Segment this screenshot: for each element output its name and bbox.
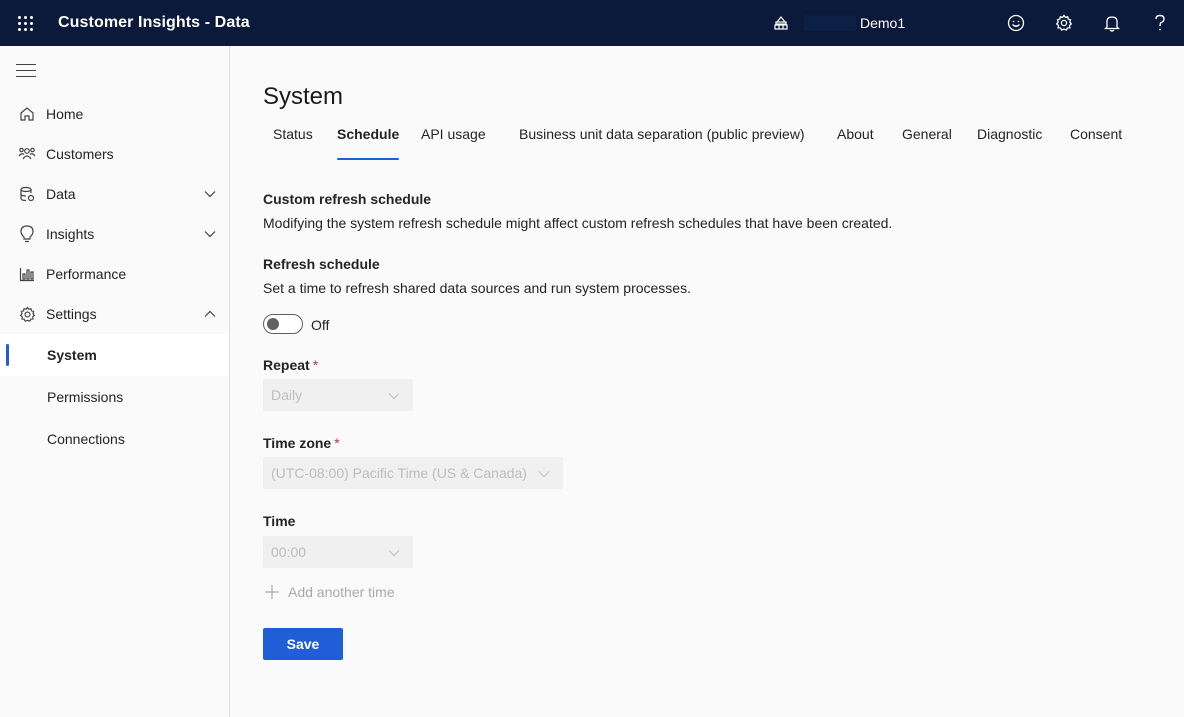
add-another-time-button[interactable]: Add another time bbox=[263, 582, 395, 602]
settings-gear-icon bbox=[1055, 14, 1073, 31]
plus-icon bbox=[263, 583, 281, 601]
chevron-down-icon bbox=[538, 471, 550, 478]
chevron-down-icon bbox=[388, 550, 400, 557]
main-content: System Status Schedule API usage Busines… bbox=[231, 46, 1184, 717]
notification-bell-icon bbox=[1104, 16, 1120, 32]
sidebar-subitem-connections[interactable]: Connections bbox=[0, 418, 229, 460]
sidebar-item-label: Settings bbox=[46, 306, 97, 322]
settings-button[interactable] bbox=[1040, 0, 1088, 46]
tab-about[interactable]: About bbox=[837, 126, 874, 160]
data-icon bbox=[18, 185, 36, 203]
chevron-down-icon bbox=[388, 393, 400, 400]
toggle-knob bbox=[267, 318, 279, 330]
sidebar-subitem-permissions[interactable]: Permissions bbox=[0, 376, 229, 418]
tab-general[interactable]: General bbox=[902, 126, 952, 160]
sidebar-subitem-system[interactable]: System bbox=[0, 334, 229, 376]
refresh-schedule-toggle[interactable] bbox=[263, 314, 303, 334]
sidebar: Home Customers Data Insights Performance… bbox=[0, 46, 230, 717]
collapse-nav-button[interactable] bbox=[16, 64, 38, 78]
feedback-button[interactable] bbox=[992, 0, 1040, 46]
hamburger-icon bbox=[16, 64, 36, 65]
chevron-down-icon bbox=[204, 191, 216, 198]
tab-schedule[interactable]: Schedule bbox=[337, 126, 400, 160]
environment-picker[interactable]: Demo1 bbox=[772, 0, 905, 46]
refresh-schedule-heading: Refresh schedule bbox=[263, 256, 380, 272]
tab-api-usage[interactable]: API usage bbox=[421, 126, 486, 160]
lightbulb-icon bbox=[18, 225, 36, 243]
sidebar-item-label: Data bbox=[46, 186, 76, 202]
toggle-state-label: Off bbox=[311, 317, 330, 333]
repeat-dropdown[interactable]: Daily bbox=[263, 379, 413, 411]
redacted-region bbox=[804, 15, 856, 31]
tab-business-unit-data-separation[interactable]: Business unit data separation (public pr… bbox=[519, 126, 805, 160]
repeat-label: Repeat * bbox=[263, 357, 319, 373]
help-question-icon bbox=[1155, 14, 1165, 31]
sidebar-item-label: Customers bbox=[46, 146, 114, 162]
sidebar-subitem-label: Connections bbox=[47, 431, 125, 447]
time-zone-label: Time zone * bbox=[263, 435, 340, 451]
custom-refresh-description: Modifying the system refresh schedule mi… bbox=[263, 215, 893, 231]
sidebar-item-label: Performance bbox=[46, 266, 127, 282]
sidebar-subitem-label: Permissions bbox=[47, 389, 124, 405]
sidebar-item-label: Home bbox=[46, 106, 84, 122]
tab-diagnostic[interactable]: Diagnostic bbox=[977, 126, 1042, 160]
sidebar-item-performance[interactable]: Performance bbox=[0, 254, 229, 294]
save-button[interactable]: Save bbox=[263, 628, 343, 660]
time-dropdown[interactable]: 00:00 bbox=[263, 536, 413, 568]
app-title: Customer Insights - Data bbox=[58, 14, 250, 31]
sidebar-item-data[interactable]: Data bbox=[0, 174, 229, 214]
top-bar: Customer Insights - Data Demo1 bbox=[0, 0, 1184, 46]
notifications-button[interactable] bbox=[1088, 0, 1136, 46]
time-zone-value: (UTC-08:00) Pacific Time (US & Canada) bbox=[271, 465, 527, 481]
sidebar-subitem-label: System bbox=[47, 347, 97, 363]
environment-name: Demo1 bbox=[860, 15, 906, 31]
time-label: Time bbox=[263, 513, 296, 529]
sidebar-item-insights[interactable]: Insights bbox=[0, 214, 229, 254]
gear-icon bbox=[18, 305, 36, 323]
environment-icon bbox=[772, 14, 790, 32]
sidebar-item-customers[interactable]: Customers bbox=[0, 134, 229, 174]
feedback-smiley-icon bbox=[1007, 14, 1025, 32]
waffle-icon bbox=[17, 15, 33, 31]
sidebar-item-home[interactable]: Home bbox=[0, 94, 229, 134]
custom-refresh-heading: Custom refresh schedule bbox=[263, 191, 432, 207]
add-another-time-label: Add another time bbox=[288, 584, 395, 600]
tab-status[interactable]: Status bbox=[273, 126, 313, 160]
page-title: System bbox=[263, 83, 344, 110]
sidebar-item-settings[interactable]: Settings bbox=[0, 294, 229, 334]
sidebar-item-label: Insights bbox=[46, 226, 95, 242]
tab-bar: Status Schedule API usage Business unit … bbox=[263, 126, 1163, 160]
repeat-value: Daily bbox=[271, 387, 303, 403]
help-button[interactable] bbox=[1136, 0, 1184, 46]
required-marker: * bbox=[312, 357, 319, 373]
refresh-schedule-description: Set a time to refresh shared data source… bbox=[263, 280, 691, 296]
time-zone-dropdown[interactable]: (UTC-08:00) Pacific Time (US & Canada) bbox=[263, 457, 563, 489]
required-marker: * bbox=[334, 435, 340, 451]
chart-icon bbox=[18, 265, 36, 283]
app-launcher-button[interactable] bbox=[0, 0, 50, 46]
customers-icon bbox=[18, 145, 36, 163]
chevron-down-icon bbox=[204, 231, 216, 238]
tab-consent[interactable]: Consent bbox=[1070, 126, 1122, 160]
chevron-up-icon bbox=[204, 310, 216, 317]
home-icon bbox=[18, 105, 36, 123]
time-value: 00:00 bbox=[271, 544, 307, 560]
